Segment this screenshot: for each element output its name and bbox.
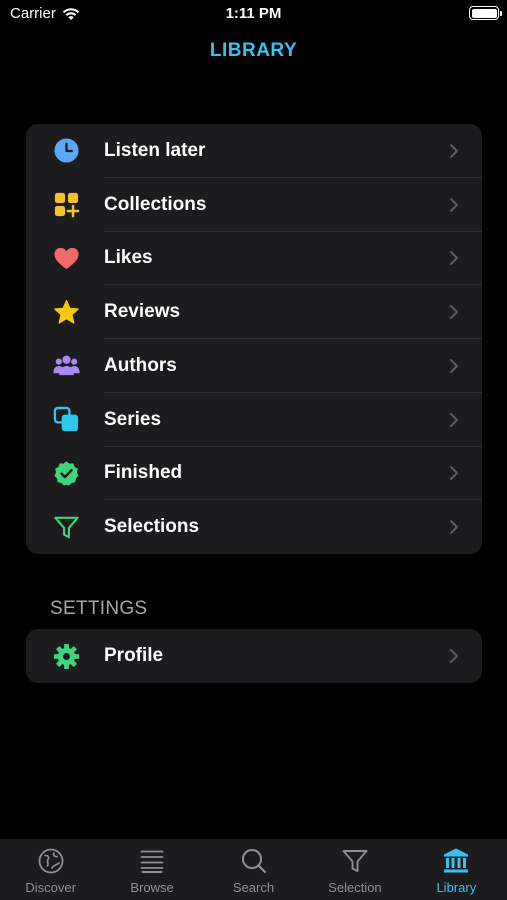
chevron-right-icon (448, 465, 460, 481)
list-item-series[interactable]: Series (26, 393, 482, 447)
chevron-right-icon (448, 412, 460, 428)
tab-bar: Discover Browse Search Selection Library (0, 839, 507, 900)
item-label: Collections (104, 193, 207, 215)
list-item-selections[interactable]: Selections (26, 500, 482, 554)
item-label: Profile (104, 645, 164, 666)
funnel-icon (341, 847, 369, 875)
list-item-finished[interactable]: Finished (26, 447, 482, 501)
collections-icon (53, 191, 80, 218)
clock-icon (53, 137, 80, 164)
chevron-right-icon (448, 519, 460, 535)
list-item-profile[interactable]: Profile (26, 629, 482, 683)
battery-icon (469, 6, 502, 20)
settings-list: Profile (26, 629, 482, 683)
tab-selection[interactable]: Selection (304, 839, 405, 900)
gear-icon (53, 643, 80, 670)
settings-section-header: SETTINGS (50, 598, 148, 619)
search-icon (240, 847, 268, 875)
chevron-right-icon (448, 304, 460, 320)
item-label: Selections (104, 516, 200, 538)
chevron-right-icon (448, 197, 460, 213)
tab-search[interactable]: Search (203, 839, 304, 900)
tab-label: Selection (328, 880, 382, 895)
tab-label: Search (232, 880, 275, 895)
list-item-reviews[interactable]: Reviews (26, 285, 482, 339)
status-time: 1:11 PM (225, 5, 282, 22)
item-label: Listen later (104, 139, 206, 161)
page-title: LIBRARY (209, 40, 298, 61)
list-icon (138, 847, 166, 875)
tab-label: Browse (130, 880, 174, 895)
star-icon (53, 299, 80, 326)
tab-label: Library (436, 880, 477, 895)
chevron-right-icon (448, 648, 460, 664)
globe-icon (37, 847, 65, 875)
item-label: Reviews (104, 301, 181, 323)
tab-label: Discover (25, 880, 76, 895)
checkmark-seal-icon (53, 460, 80, 487)
item-label: Authors (104, 354, 177, 376)
tab-browse[interactable]: Browse (101, 839, 202, 900)
status-bar: Carrier 1:11 PM (0, 0, 507, 30)
funnel-icon (53, 514, 80, 541)
item-label: Series (104, 408, 162, 430)
chevron-right-icon (448, 250, 460, 266)
tab-library[interactable]: Library (406, 839, 507, 900)
tab-discover[interactable]: Discover (0, 839, 101, 900)
chevron-right-icon (448, 358, 460, 374)
item-label: Likes (104, 247, 153, 269)
library-list: Listen later Collections Likes Reviews A… (26, 124, 482, 554)
heart-icon (53, 245, 80, 272)
library-icon (442, 847, 470, 875)
list-item-listen-later[interactable]: Listen later (26, 124, 482, 178)
item-label: Finished (104, 462, 183, 484)
list-item-collections[interactable]: Collections (26, 178, 482, 232)
people-icon (53, 352, 80, 379)
list-item-authors[interactable]: Authors (26, 339, 482, 393)
list-item-likes[interactable]: Likes (26, 232, 482, 286)
series-icon (53, 406, 80, 433)
chevron-right-icon (448, 143, 460, 159)
